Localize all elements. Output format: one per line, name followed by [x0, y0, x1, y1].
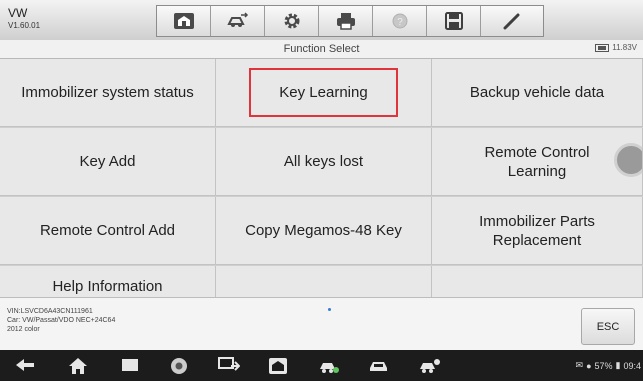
floating-assist-button[interactable]	[614, 143, 642, 177]
function-label: Immobilizer Parts Replacement	[479, 212, 595, 249]
function-label: Remote Control Add	[39, 222, 176, 239]
print-button[interactable]	[319, 6, 373, 36]
status-area: ✉ ● 57% ▮ 09:4	[576, 360, 641, 371]
battery-icon: ▮	[615, 360, 621, 370]
function-label: Key Add	[79, 153, 136, 170]
function-empty-slot	[216, 266, 432, 297]
page-indicator-dot	[328, 308, 331, 311]
function-label: Remote Control Learning	[484, 143, 590, 180]
pen-icon	[503, 13, 520, 30]
autel-home-icon[interactable]	[268, 357, 288, 375]
function-label: All keys lost	[283, 153, 364, 170]
save-icon	[444, 12, 463, 30]
function-grid: Immobilizer system status Key Learning B…	[0, 59, 643, 297]
function-help-information[interactable]: Help Information	[0, 266, 216, 297]
title-bar: Function Select 11.83V	[0, 40, 643, 59]
pen-button[interactable]	[481, 6, 543, 36]
vehicle-diagnostic-icon[interactable]	[318, 357, 340, 375]
svg-text:?: ?	[397, 17, 403, 28]
clock: 09:4	[623, 360, 641, 371]
software-version: V1.60.01	[8, 21, 41, 30]
car-user-icon[interactable]	[418, 357, 442, 375]
vehicle-swap-icon	[226, 12, 248, 27]
brand-name: VW	[8, 6, 28, 20]
home-button[interactable]	[157, 6, 211, 36]
function-backup-vehicle-data[interactable]: Backup vehicle data	[432, 59, 643, 127]
voltage-indicator: 11.83V	[595, 43, 637, 52]
function-label: Help Information	[52, 278, 163, 295]
battery-percent: 57%	[594, 360, 613, 371]
function-immobilizer-status[interactable]: Immobilizer system status	[0, 59, 216, 127]
brand-block: VW V1.60.01	[8, 7, 88, 32]
help-button[interactable]: ?	[373, 6, 427, 36]
car-text: Car: VW/Passat/VDO NEC+24C64	[7, 317, 116, 324]
system-navigation-bar: ✉ ● 57% ▮ 09:4	[0, 350, 643, 381]
function-remote-control-learning[interactable]: Remote Control Learning	[432, 128, 643, 196]
message-icon: ✉	[575, 360, 584, 370]
vehicle-swap-button[interactable]	[211, 6, 265, 36]
function-label: Backup vehicle data	[469, 84, 605, 101]
page-title: Function Select	[283, 43, 360, 55]
function-label: Immobilizer system status	[21, 84, 194, 101]
function-copy-megamos-key[interactable]: Copy Megamos-48 Key	[216, 197, 432, 265]
car-icon[interactable]	[368, 357, 390, 375]
vehicle-info-bar: VIN:LSVCD6A43CN111961 Car: VW/Passat/VDO…	[0, 297, 643, 351]
function-label: Key Learning	[249, 68, 398, 117]
recent-apps-icon[interactable]	[120, 357, 140, 373]
esc-button[interactable]: ESC	[581, 308, 635, 345]
save-button[interactable]	[427, 6, 481, 36]
settings-button[interactable]	[265, 6, 319, 36]
function-all-keys-lost[interactable]: All keys lost	[216, 128, 432, 196]
function-key-learning[interactable]: Key Learning	[216, 59, 432, 127]
back-icon[interactable]	[14, 357, 36, 373]
settings-icon	[284, 13, 299, 29]
voltage-value: 11.83V	[612, 43, 637, 52]
toolbar-buttons: ?	[156, 5, 544, 37]
color-text: 2012 color	[7, 326, 40, 333]
function-label: Copy Megamos-48 Key	[245, 222, 402, 239]
home-icon	[173, 13, 194, 29]
function-immobilizer-parts-replacement[interactable]: Immobilizer Parts Replacement	[432, 197, 643, 265]
print-icon	[336, 13, 355, 30]
screenshot-icon[interactable]	[218, 357, 240, 375]
help-icon: ?	[392, 13, 407, 29]
battery-voltage-icon	[595, 43, 610, 52]
function-key-add[interactable]: Key Add	[0, 128, 216, 196]
vehicle-info: VIN:LSVCD6A43CN111961 Car: VW/Passat/VDO…	[7, 307, 115, 334]
vin-text: VIN:LSVCD6A43CN111961	[7, 308, 93, 315]
chrome-icon[interactable]	[170, 357, 188, 375]
function-empty-slot	[432, 266, 643, 297]
wifi-icon: ●	[586, 360, 592, 371]
function-remote-control-add[interactable]: Remote Control Add	[0, 197, 216, 265]
home-icon[interactable]	[68, 357, 88, 375]
top-toolbar: VW V1.60.01 ?	[0, 0, 643, 41]
